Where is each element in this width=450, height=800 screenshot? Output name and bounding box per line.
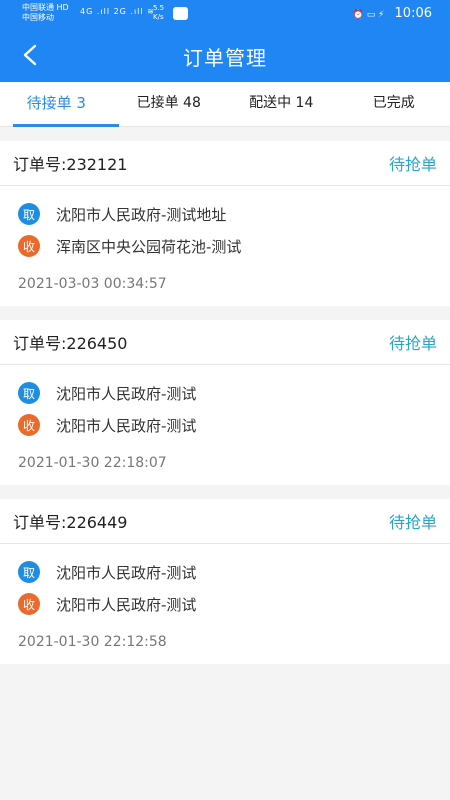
- order-card-body: 取 沈阳市人民政府-测试 收 沈阳市人民政府-测试 2021-01-30 22:…: [0, 365, 450, 485]
- order-card[interactable]: 订单号:226450 待抢单 取 沈阳市人民政府-测试 收 沈阳市人民政府-测试…: [0, 320, 450, 485]
- order-number: 订单号:226449: [13, 513, 128, 532]
- dropoff-badge: 收: [18, 235, 40, 257]
- tab-pending[interactable]: 待接单 3: [0, 82, 113, 126]
- network-speed: 5.5 K/s: [153, 4, 164, 22]
- order-status[interactable]: 待抢单: [389, 509, 437, 533]
- order-card-header: 订单号:226449 待抢单: [0, 499, 450, 544]
- nav-bar: 订单管理: [0, 30, 450, 82]
- order-number: 订单号:226450: [13, 334, 128, 353]
- carrier-2: 中国移动: [22, 13, 54, 22]
- clock: 10:06: [394, 6, 432, 21]
- pickup-row: 取 沈阳市人民政府-测试: [18, 377, 437, 409]
- page-title: 订单管理: [183, 46, 267, 70]
- order-card-body: 取 沈阳市人民政府-测试 收 沈阳市人民政府-测试 2021-01-30 22:…: [0, 544, 450, 664]
- tab-accepted[interactable]: 已接单 48: [113, 82, 226, 126]
- status-bar: 中国联通 HD 中国移动 4G .ıll 2G .ıll ≋ 5.5 K/s ⏰…: [0, 0, 450, 30]
- dropoff-row: 收 沈阳市人民政府-测试: [18, 409, 437, 441]
- pickup-row: 取 沈阳市人民政府-测试地址: [18, 198, 437, 230]
- carrier-info: 中国联通 HD 中国移动: [22, 3, 69, 23]
- order-card-header: 订单号:226450 待抢单: [0, 320, 450, 365]
- order-status[interactable]: 待抢单: [389, 151, 437, 175]
- dropoff-address: 沈阳市人民政府-测试: [56, 416, 197, 435]
- order-status[interactable]: 待抢单: [389, 330, 437, 354]
- app-notification-icon: [173, 7, 188, 20]
- pickup-address: 沈阳市人民政府-测试: [56, 384, 197, 403]
- pickup-address: 沈阳市人民政府-测试: [56, 563, 197, 582]
- network-speed-unit: K/s: [153, 13, 164, 21]
- signal-icons: 4G .ıll 2G .ıll ≋: [80, 7, 155, 16]
- order-time: 2021-03-03 00:34:57: [18, 276, 167, 292]
- dropoff-address: 沈阳市人民政府-测试: [56, 595, 197, 614]
- pickup-address: 沈阳市人民政府-测试地址: [56, 205, 227, 224]
- order-tabs: 待接单 3 已接单 48 配送中 14 已完成: [0, 82, 450, 127]
- pickup-badge: 取: [18, 382, 40, 404]
- dropoff-badge: 收: [18, 414, 40, 436]
- order-card-header: 订单号:232121 待抢单: [0, 141, 450, 186]
- tab-completed[interactable]: 已完成: [338, 82, 450, 126]
- dropoff-address: 浑南区中央公园荷花池-测试: [56, 237, 242, 256]
- order-card[interactable]: 订单号:232121 待抢单 取 沈阳市人民政府-测试地址 收 浑南区中央公园荷…: [0, 141, 450, 306]
- dropoff-row: 收 沈阳市人民政府-测试: [18, 588, 437, 620]
- pickup-badge: 取: [18, 203, 40, 225]
- pickup-row: 取 沈阳市人民政府-测试: [18, 556, 437, 588]
- order-card-body: 取 沈阳市人民政府-测试地址 收 浑南区中央公园荷花池-测试 2021-03-0…: [0, 186, 450, 306]
- order-time: 2021-01-30 22:12:58: [18, 634, 167, 650]
- order-card[interactable]: 订单号:226449 待抢单 取 沈阳市人民政府-测试 收 沈阳市人民政府-测试…: [0, 499, 450, 664]
- carrier-1: 中国联通 HD: [22, 3, 69, 12]
- pickup-badge: 取: [18, 561, 40, 583]
- alarm-battery-icons: ⏰ ▭ ⚡: [352, 10, 385, 20]
- tab-delivering[interactable]: 配送中 14: [225, 82, 338, 126]
- order-number: 订单号:232121: [13, 155, 128, 174]
- tab-active-indicator: [13, 124, 119, 127]
- network-speed-value: 5.5: [153, 4, 165, 12]
- dropoff-badge: 收: [18, 593, 40, 615]
- order-time: 2021-01-30 22:18:07: [18, 455, 167, 471]
- dropoff-row: 收 浑南区中央公园荷花池-测试: [18, 230, 437, 262]
- status-right: ⏰ ▭ ⚡ 10:06: [353, 6, 432, 21]
